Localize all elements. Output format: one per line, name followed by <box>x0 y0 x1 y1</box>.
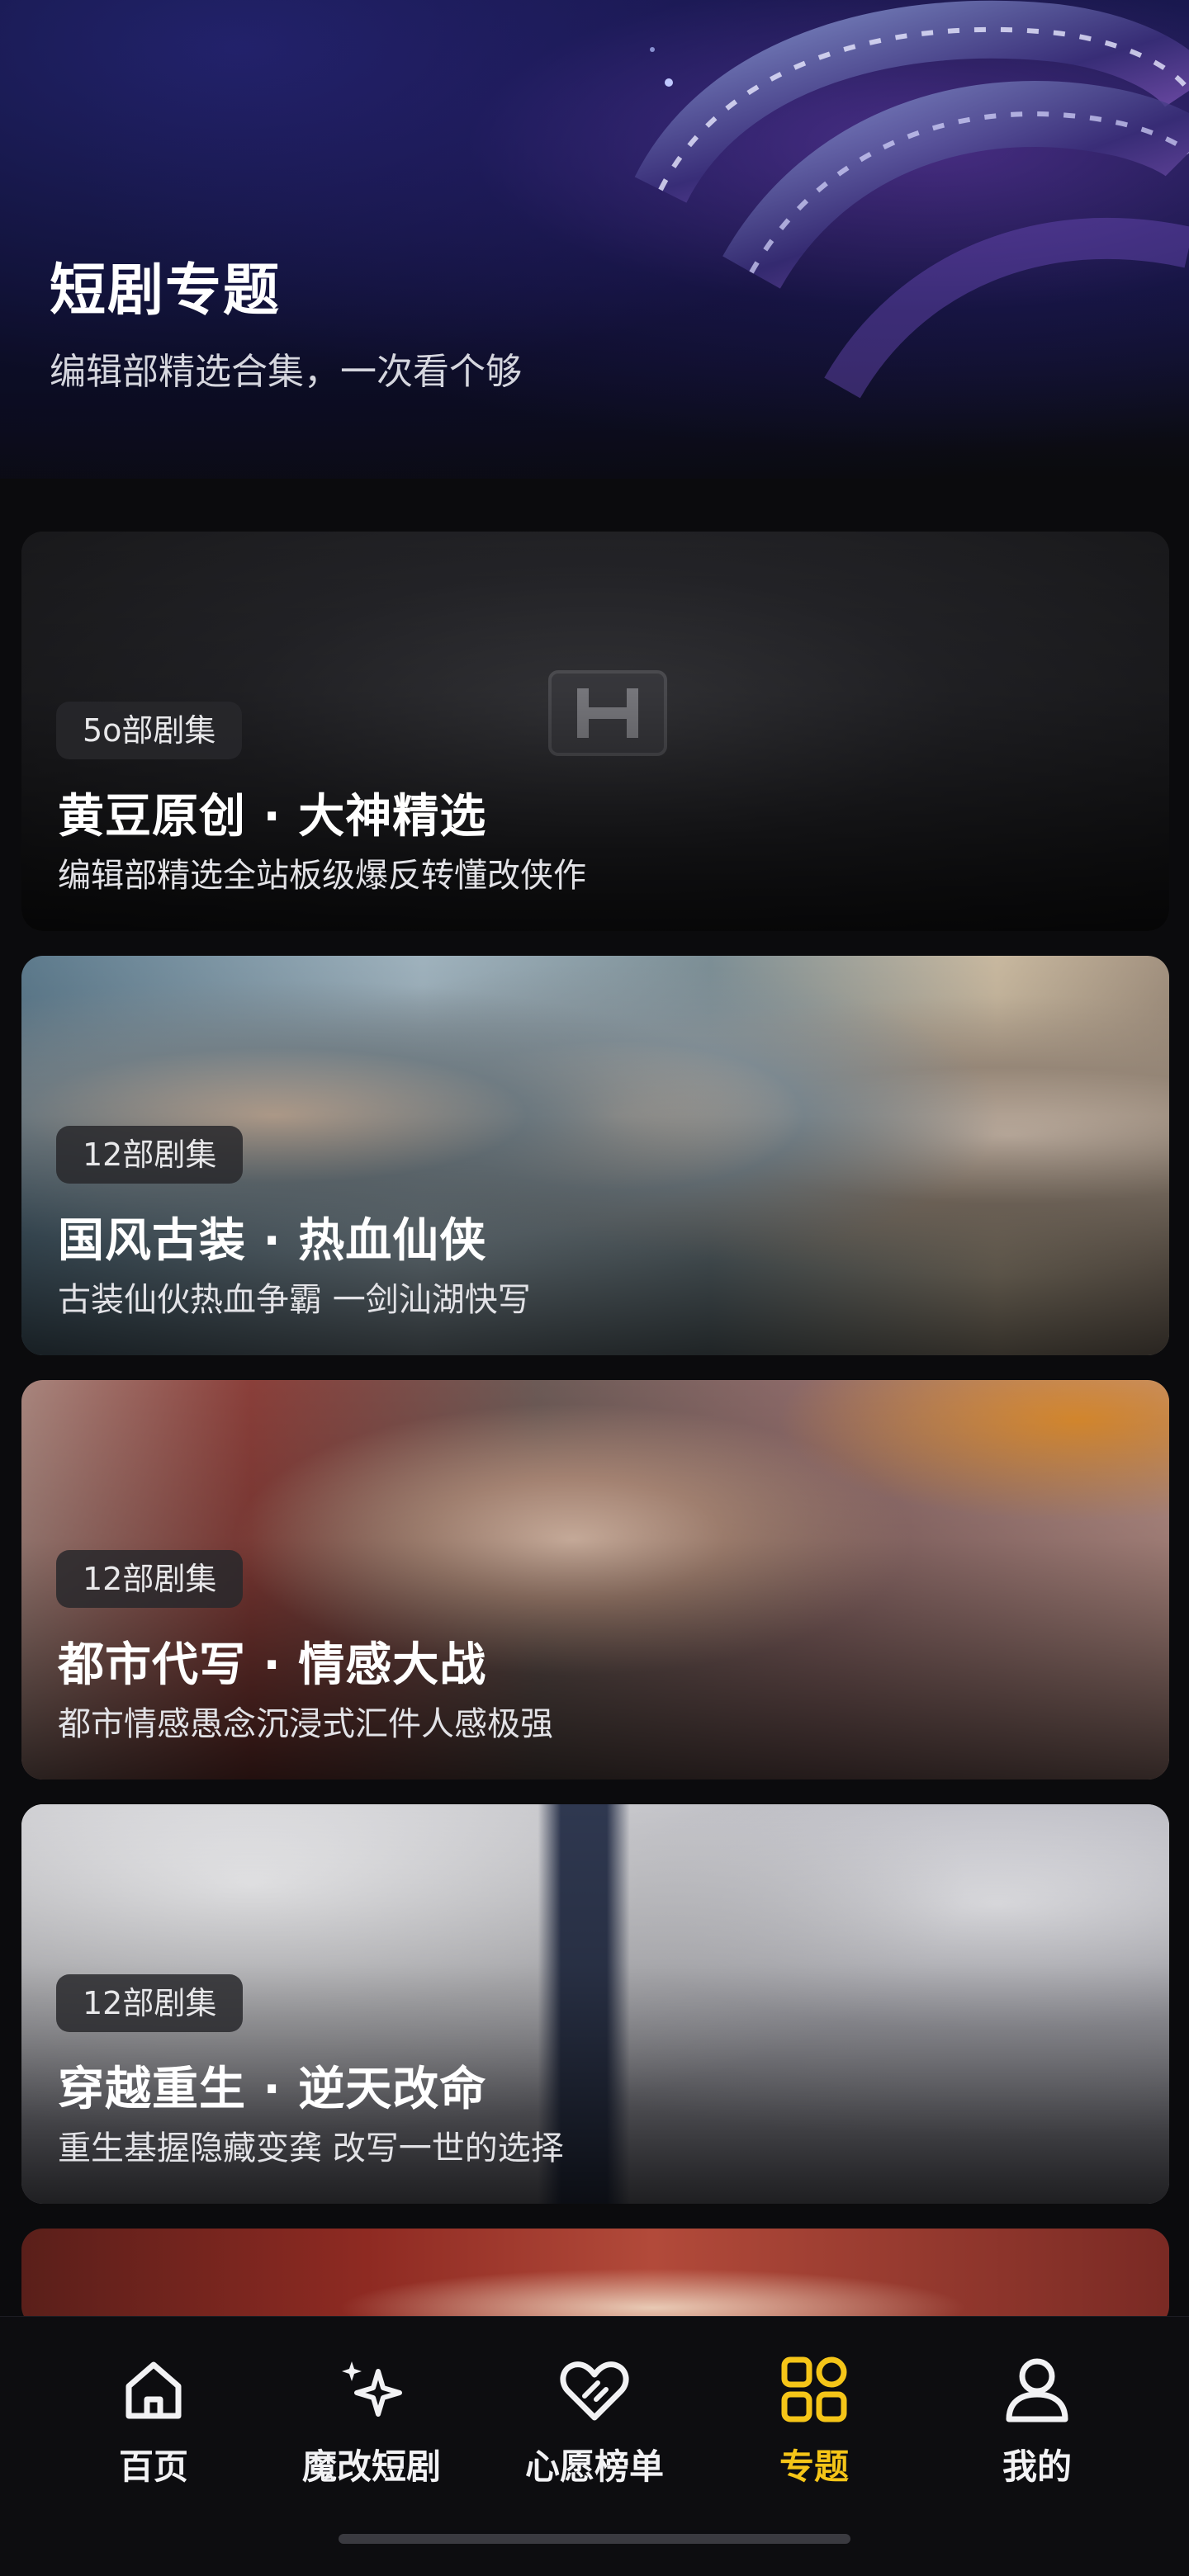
nav-item-wishlist[interactable]: 心愿榜单 <box>495 2350 694 2515</box>
collection-description: 都市情感愚念沉浸式汇件人感极强 <box>58 1705 553 1743</box>
collection-card[interactable]: 12部剧集 穿越重生 · 逆天改命 重生基握隐藏变龚 改写一世的选择 <box>21 1804 1169 2204</box>
home-icon <box>126 2361 182 2419</box>
collection-description: 编辑部精选全站板级爆反转懂改侠作 <box>58 857 586 895</box>
nav-item-home[interactable]: 百页 <box>54 2350 253 2515</box>
collection-card[interactable]: 5o部剧集 黄豆原创 · 大神精选 编辑部精选全站板级爆反转懂改侠作 <box>21 532 1169 931</box>
nav-label: 我的 <box>1002 2446 1072 2487</box>
episode-count-badge: 5o部剧集 <box>56 702 243 759</box>
collection-description: 重生基握隐藏变龚 改写一世的选择 <box>58 2129 564 2167</box>
nav-item-profile[interactable]: 我的 <box>938 2350 1136 2515</box>
nav-label: 百页 <box>118 2446 188 2487</box>
nav-label: 专题 <box>779 2446 849 2487</box>
nav-item-topics[interactable]: 专题 <box>715 2350 913 2515</box>
collection-card[interactable]: 12部剧集 都市代写 · 情感大战 都市情感愚念沉浸式汇件人感极强 <box>21 1380 1169 1780</box>
page-title: 短剧专题 <box>50 258 282 324</box>
collection-title: 穿越重生 · 逆天改命 <box>58 2063 487 2116</box>
nav-item-remix-drama[interactable]: 魔改短剧 <box>272 2350 471 2515</box>
episode-count-badge: 12部剧集 <box>56 1550 244 1608</box>
episode-count-badge: 12部剧集 <box>56 1974 244 2032</box>
collection-card-partial[interactable] <box>21 2229 1169 2328</box>
heart-icon <box>560 2361 629 2421</box>
nav-label: 魔改短剧 <box>301 2446 441 2487</box>
episode-count-badge: 12部剧集 <box>56 1126 244 1184</box>
sparkle-icon <box>342 2361 402 2417</box>
collection-title: 都市代写 · 情感大战 <box>58 1638 487 1692</box>
grid-icon <box>781 2356 847 2422</box>
collection-list: 5o部剧集 黄豆原创 · 大神精选 编辑部精选全站板级爆反转懂改侠作 12部剧集… <box>21 532 1169 2328</box>
user-icon <box>1006 2358 1068 2422</box>
collection-card[interactable]: 12部剧集 国风古装 · 热血仙侠 古装仙伙热血争霸 一剑汕湖快写 <box>21 956 1169 1355</box>
page-header: 短剧专题 编辑部精选合集，一次看个够 <box>0 0 1189 479</box>
collection-cover-image <box>21 2229 1169 2328</box>
home-indicator[interactable] <box>339 2534 850 2544</box>
film-reel-banner-image <box>634 0 1189 399</box>
collection-title: 国风古装 · 热血仙侠 <box>58 1214 487 1268</box>
nav-label: 心愿榜单 <box>524 2446 664 2487</box>
collection-description: 古装仙伙热血争霸 一剑汕湖快写 <box>58 1281 531 1319</box>
page-subtitle: 编辑部精选合集，一次看个够 <box>50 351 522 393</box>
collection-title: 黄豆原创 · 大神精选 <box>58 790 487 844</box>
